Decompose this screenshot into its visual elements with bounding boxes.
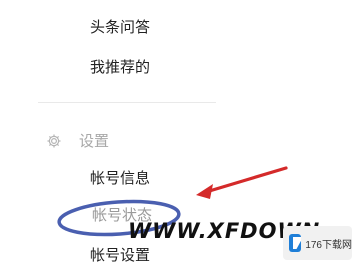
- watermark-logo-text: 176下载网: [305, 239, 352, 251]
- gear-icon: [47, 134, 61, 148]
- watermark-logo: 176下载网: [283, 226, 352, 260]
- menu-item-account-settings[interactable]: 帐号设置: [90, 245, 150, 265]
- menu-item-toutiao-qa[interactable]: 头条问答: [90, 17, 150, 37]
- menu-item-account-info[interactable]: 帐号信息: [90, 168, 150, 188]
- menu-item-my-recommendations[interactable]: 我推荐的: [90, 57, 150, 77]
- annotation-arrow: [204, 166, 288, 194]
- settings-section-header: 设置: [46, 131, 109, 151]
- settings-section-label: 设置: [79, 132, 110, 150]
- site-logo-icon: [289, 234, 302, 252]
- menu-divider: [38, 102, 216, 103]
- annotation-arrow-head: [196, 184, 213, 199]
